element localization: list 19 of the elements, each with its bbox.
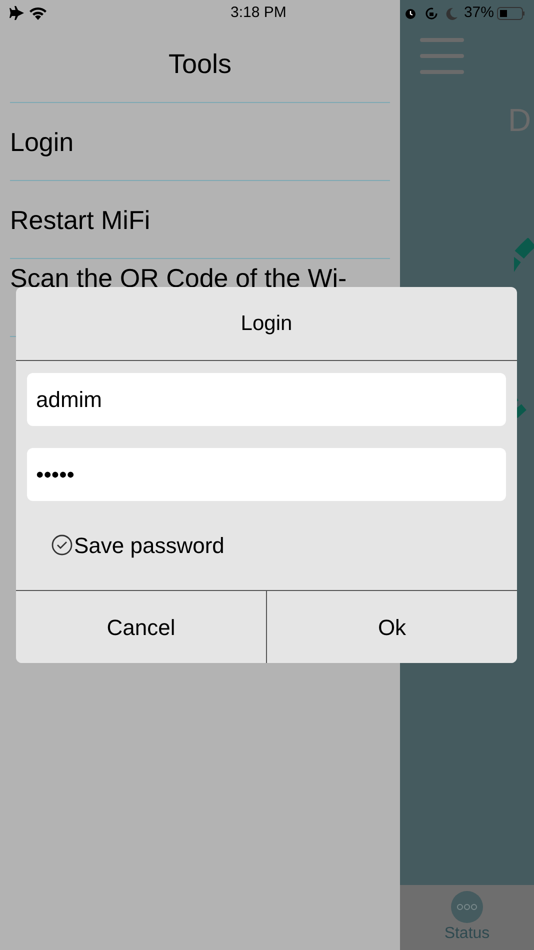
more-icon <box>450 891 483 923</box>
airplane-icon <box>9 6 25 20</box>
drawer-title: Tools <box>167 48 233 81</box>
moon-icon <box>446 6 458 20</box>
dialog-title: Login <box>16 287 517 361</box>
battery-icon <box>497 6 525 20</box>
menu-icon[interactable] <box>420 38 464 76</box>
check-circle-icon <box>51 534 73 556</box>
username-field[interactable]: admim <box>27 373 506 426</box>
dialog-button[interactable]: Ok <box>266 591 517 663</box>
rotation-lock-icon <box>424 6 438 20</box>
save-password-checkbox[interactable]: Save password <box>51 527 517 563</box>
password-field[interactable]: ••••• <box>27 448 506 501</box>
menu-item[interactable]: Restart MiFi <box>0 181 390 258</box>
menu-item[interactable]: Login <box>0 103 390 180</box>
alarm-icon <box>404 6 417 20</box>
battery-percentage: 37% <box>464 2 494 23</box>
status-time: 3:18 PM <box>230 2 286 23</box>
wifi-icon <box>29 6 47 20</box>
